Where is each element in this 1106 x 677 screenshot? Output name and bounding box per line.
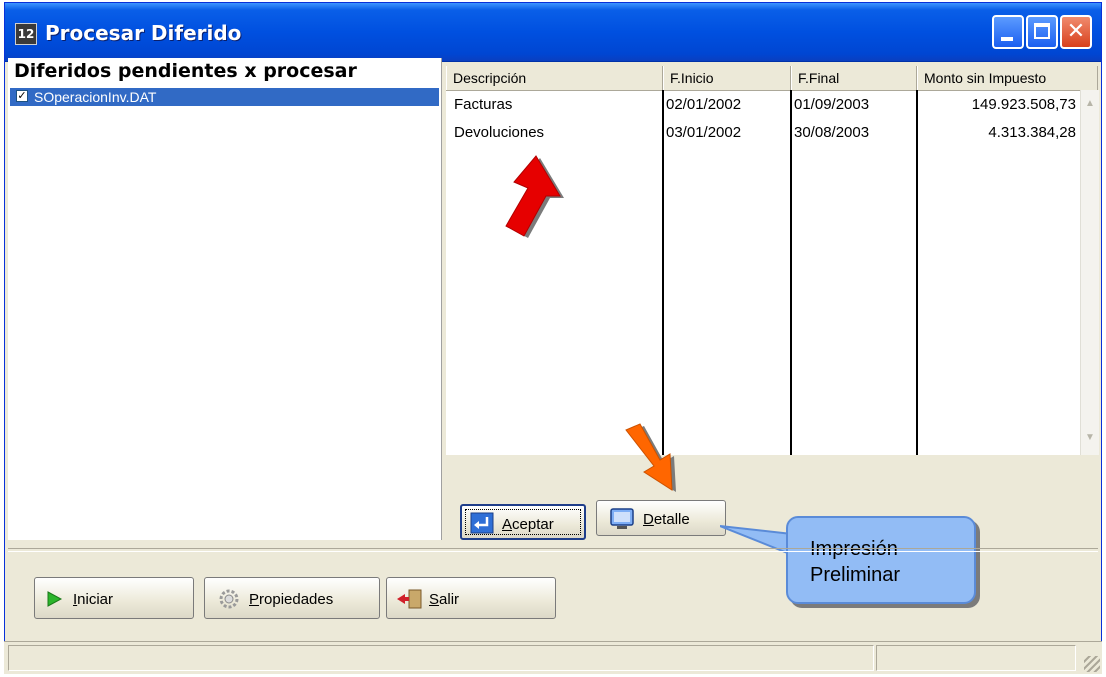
maximize-button[interactable]: [1026, 15, 1058, 49]
grid-header: Descripción F.Inicio F.Final Monto sin I…: [446, 66, 1098, 91]
cell-descripcion[interactable]: Devoluciones: [454, 124, 544, 141]
detalle-label: Detalle: [643, 511, 690, 528]
monitor-icon: [610, 508, 634, 529]
column-divider: [662, 90, 664, 455]
exit-icon: [397, 589, 422, 609]
iniciar-label: Iniciar: [73, 591, 114, 608]
column-header-f-final[interactable]: F.Final: [791, 66, 917, 90]
status-pane: [876, 645, 1076, 671]
callout-text: Impresión Preliminar: [810, 538, 901, 586]
cell-f-final[interactable]: 30/08/2003: [794, 124, 869, 141]
title-bar[interactable]: 12 Procesar Diferido ✕: [5, 3, 1101, 62]
iniciar-button[interactable]: Iniciar: [34, 577, 194, 619]
column-header-descripcion[interactable]: Descripción: [446, 66, 663, 90]
list-item[interactable]: ✓ SOperacionInv.DAT: [10, 88, 439, 106]
cell-descripcion[interactable]: Facturas: [454, 96, 512, 113]
cell-monto[interactable]: 149.923.508,73: [920, 96, 1076, 113]
red-arrow-annotation: [505, 155, 564, 238]
cell-monto[interactable]: 4.313.384,28: [920, 124, 1076, 141]
salir-label: Salir: [429, 591, 460, 608]
enter-icon: [470, 512, 494, 534]
scroll-up-icon[interactable]: ▲: [1083, 96, 1097, 112]
gear-icon: [219, 589, 239, 609]
close-button[interactable]: ✕: [1060, 15, 1092, 49]
pending-list-header: Diferidos pendientes x procesar: [14, 60, 357, 82]
data-grid[interactable]: Descripción F.Inicio F.Final Monto sin I…: [446, 66, 1099, 455]
salir-button[interactable]: Salir: [386, 577, 556, 619]
vertical-scrollbar[interactable]: ▲ ▼: [1080, 90, 1099, 455]
callout-bubble: Impresión Preliminar: [786, 516, 976, 604]
status-pane: [8, 645, 874, 671]
status-bar: [4, 641, 1102, 674]
app-icon: 12: [15, 23, 37, 45]
column-divider: [916, 90, 918, 455]
propiedades-button[interactable]: Propiedades: [204, 577, 380, 619]
column-header-monto[interactable]: Monto sin Impuesto: [917, 66, 1098, 90]
cell-f-inicio[interactable]: 03/01/2002: [666, 124, 741, 141]
cell-f-inicio[interactable]: 02/01/2002: [666, 96, 741, 113]
separator: [8, 548, 1098, 552]
close-icon: ✕: [1066, 19, 1086, 44]
scroll-down-icon[interactable]: ▼: [1083, 430, 1097, 446]
window-title: Procesar Diferido: [45, 21, 242, 45]
item-checkbox[interactable]: ✓: [16, 90, 28, 102]
detalle-button[interactable]: Detalle: [596, 500, 726, 536]
minimize-button[interactable]: [992, 15, 1024, 49]
cell-f-final[interactable]: 01/09/2003: [794, 96, 869, 113]
propiedades-label: Propiedades: [249, 591, 334, 608]
orange-arrow-annotation: [625, 423, 676, 492]
column-divider: [790, 90, 792, 455]
pending-list[interactable]: Diferidos pendientes x procesar ✓ SOpera…: [8, 58, 442, 540]
list-item-label: SOperacionInv.DAT: [34, 89, 157, 105]
resize-grip-icon[interactable]: [1084, 656, 1100, 672]
play-icon: [47, 591, 63, 607]
aceptar-button[interactable]: Aceptar: [460, 504, 586, 540]
aceptar-label: Aceptar: [502, 516, 554, 533]
column-header-f-inicio[interactable]: F.Inicio: [663, 66, 791, 90]
